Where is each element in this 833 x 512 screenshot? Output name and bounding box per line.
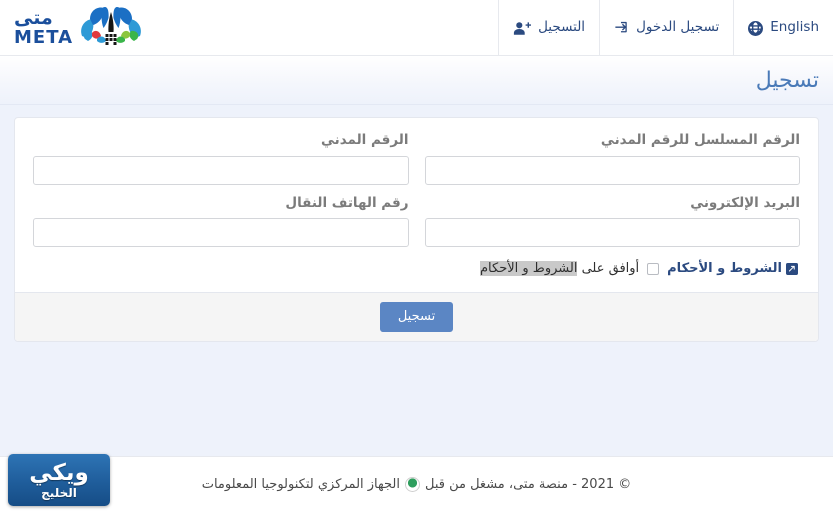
terms-and-conditions-link[interactable]: الشروط و الأحكام	[667, 261, 798, 276]
registration-card-footer: تسجيل	[15, 292, 818, 342]
terms-agree-checkbox[interactable]	[647, 262, 660, 275]
nav-items-group: English تسجيل الدخول التسجيل	[498, 0, 833, 56]
terms-and-conditions-row: الشروط و الأحكام أوافق على الشروط و الأح…	[33, 257, 800, 282]
meta-petal-logo-icon	[79, 6, 143, 50]
label-civil-number: الرقم المدني	[321, 132, 409, 148]
footer-text: © 2021 - منصة متى، مشغل من قبل الجهاز ال…	[201, 477, 632, 492]
nav-item-language-label: English	[770, 19, 819, 36]
nav-item-login[interactable]: تسجيل الدخول	[599, 0, 733, 56]
nav-item-language[interactable]: English	[733, 0, 833, 56]
registration-form: الرقم المسلسل للرقم المدني الرقم المدني …	[15, 118, 818, 292]
input-mobile-phone[interactable]	[33, 218, 409, 248]
footer-text-before: © 2021 - منصة متى، مشغل من قبل	[424, 477, 632, 492]
watermark-subtitle: الخليج	[41, 485, 77, 500]
field-group-civil-serial-number: الرقم المسلسل للرقم المدني	[424, 132, 800, 185]
form-row: البريد الإلكتروني رقم الهاتف النقال	[33, 195, 800, 256]
page-title-band: تسجيل	[0, 56, 833, 105]
nav-item-login-label: تسجيل الدخول	[636, 19, 720, 36]
form-row: الرقم المسلسل للرقم المدني الرقم المدني	[33, 132, 800, 193]
page-body: الرقم المسلسل للرقم المدني الرقم المدني …	[0, 105, 833, 512]
input-civil-number[interactable]	[33, 155, 409, 185]
kuwait-gov-emblem-icon	[404, 477, 420, 492]
page-title: تسجيل	[755, 67, 819, 93]
terms-agree-highlighted: الشروط و الأحكام	[480, 261, 578, 277]
footer-text-after: الجهاز المركزي لتكنولوجيا المعلومات	[201, 477, 400, 492]
brand-wordmark: متى META	[14, 9, 73, 47]
terms-agree-text: أوافق على الشروط و الأحكام	[480, 261, 640, 277]
wiki-alkhaleej-watermark: ويكي الخليج	[8, 454, 110, 506]
label-civil-serial-number: الرقم المسلسل للرقم المدني	[600, 132, 800, 148]
top-navigation-bar: متى META English تسجيل الدخول التسجيل	[0, 0, 833, 56]
label-email: البريد الإلكتروني	[690, 194, 800, 211]
input-civil-serial-number[interactable]	[424, 155, 800, 185]
label-mobile-phone: رقم الهاتف النقال	[285, 194, 409, 211]
external-link-icon	[786, 262, 798, 275]
submit-register-button[interactable]: تسجيل	[379, 302, 454, 333]
field-group-email: البريد الإلكتروني	[424, 194, 800, 248]
sign-in-icon	[614, 21, 629, 35]
brand-name-english: META	[14, 27, 74, 48]
nav-item-register-label: التسجيل	[538, 19, 586, 36]
terms-agree-prefix: أوافق على	[577, 261, 640, 277]
brand-logo[interactable]: متى META	[0, 0, 157, 56]
nav-item-register[interactable]: التسجيل	[498, 0, 599, 56]
page-footer: © 2021 - منصة متى، مشغل من قبل الجهاز ال…	[0, 456, 833, 512]
app-root: متى META English تسجيل الدخول التسجيل تس…	[0, 0, 833, 512]
watermark-title: ويكي	[29, 459, 89, 486]
brand-name-arabic: متى	[14, 7, 53, 29]
registration-card: الرقم المسلسل للرقم المدني الرقم المدني …	[14, 117, 819, 343]
terms-and-conditions-link-label: الشروط و الأحكام	[667, 261, 782, 277]
globe-icon	[748, 20, 764, 36]
user-plus-icon	[513, 21, 532, 36]
field-group-civil-number: الرقم المدني	[33, 132, 409, 185]
field-group-mobile-phone: رقم الهاتف النقال	[33, 195, 409, 248]
input-email[interactable]	[424, 218, 800, 248]
